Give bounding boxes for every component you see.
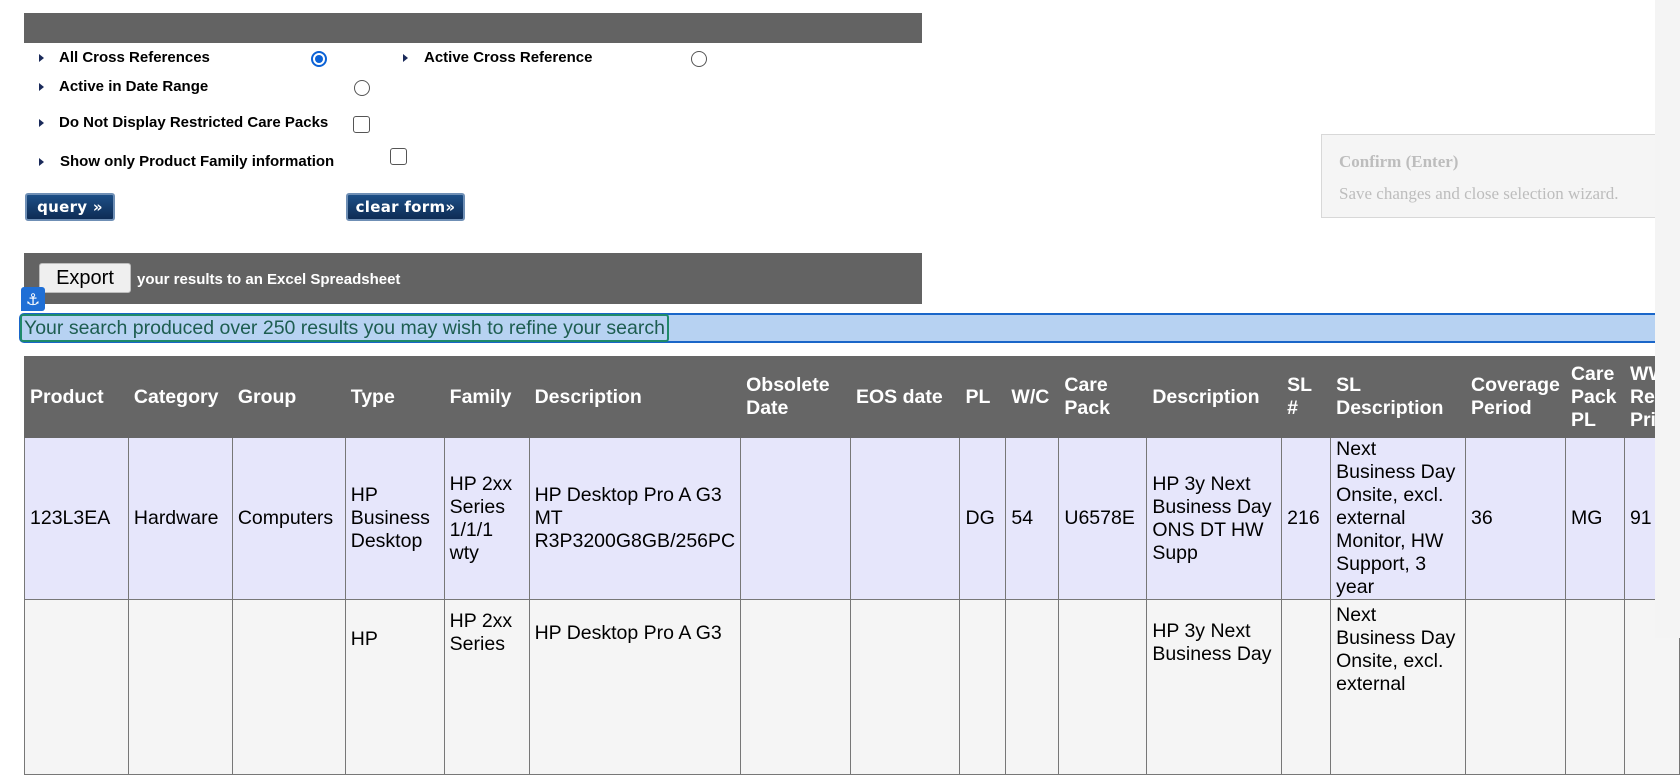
table-cell	[849, 437, 961, 600]
no-restricted-care-packs-checkbox[interactable]	[353, 116, 370, 133]
table-cell: HP 2xx Series 1/1/1 wty	[443, 437, 530, 600]
col-sl-number[interactable]: SL #	[1281, 356, 1332, 438]
table-cell: HP Desktop Pro A G3	[528, 599, 742, 775]
table-cell: HP Desktop Pro A G3 MT R3P3200G8GB/256PC	[528, 437, 742, 600]
col-obsolete-date[interactable]: Obsolete Date	[740, 356, 851, 438]
search-result-message: Your search produced over 250 results yo…	[20, 314, 669, 342]
col-product[interactable]: Product	[24, 356, 129, 438]
col-pl[interactable]: PL	[959, 356, 1007, 438]
table-row: HP HP 2xx Series HP Desktop Pro A G3 HP …	[24, 599, 1680, 775]
col-wc[interactable]: W/C	[1005, 356, 1060, 438]
active-cross-reference-label: Active Cross Reference	[424, 49, 593, 66]
table-cell	[1281, 599, 1332, 775]
col-care-pack[interactable]: Care Pack	[1058, 356, 1148, 438]
table-cell: HP 3y Next Business Day	[1146, 599, 1283, 775]
col-family[interactable]: Family	[443, 356, 530, 438]
tooltip-title: Confirm (Enter)	[1339, 152, 1459, 171]
scrollbar-track[interactable]	[1655, 0, 1680, 638]
table-cell	[740, 599, 851, 775]
table-cell: DG	[959, 437, 1007, 600]
table-header-row: Product Category Group Type Family Descr…	[24, 356, 1680, 438]
table-cell: HP 3y Next Business Day ONS DT HW Supp	[1146, 437, 1283, 600]
table-cell: HP Business Desktop	[344, 437, 445, 600]
table-cell: Hardware	[127, 437, 233, 600]
bullet-icon	[39, 83, 44, 91]
table-cell: 123L3EA	[24, 437, 129, 600]
table-cell	[231, 599, 346, 775]
table-cell	[959, 599, 1007, 775]
active-cross-reference-radio[interactable]	[691, 51, 707, 67]
bullet-icon	[403, 54, 408, 62]
col-care-pack-description[interactable]: Description	[1146, 356, 1283, 438]
col-care-pack-pl[interactable]: Care Pack PL	[1564, 356, 1625, 438]
col-category[interactable]: Category	[127, 356, 233, 438]
table-cell: 36	[1464, 437, 1566, 600]
anchor-icon[interactable]: ⚓	[21, 287, 45, 311]
export-button[interactable]: Export	[39, 263, 131, 293]
table-row: 123L3EA Hardware Computers HP Business D…	[24, 437, 1680, 600]
active-in-date-range-radio[interactable]	[354, 80, 370, 96]
table-cell: HP 2xx Series	[443, 599, 530, 775]
table-cell: Next Business Day Onsite, excl. external	[1330, 599, 1466, 775]
bullet-icon	[39, 119, 44, 127]
table-cell: U6578E	[1058, 437, 1148, 600]
table-cell: MG	[1564, 437, 1625, 600]
query-button[interactable]: query »	[25, 193, 115, 221]
results-table: Product Category Group Type Family Descr…	[24, 356, 1680, 775]
table-cell	[740, 437, 851, 600]
table-cell	[1005, 599, 1060, 775]
active-in-date-range-label: Active in Date Range	[59, 78, 209, 95]
table-cell: Next Business Day Onsite, excl. external…	[1330, 437, 1466, 600]
all-cross-references-radio[interactable]	[311, 51, 327, 67]
table-cell: 216	[1281, 437, 1332, 600]
col-coverage-period[interactable]: Coverage Period	[1464, 356, 1566, 438]
col-group[interactable]: Group	[231, 356, 346, 438]
col-sl-description[interactable]: SL Description	[1330, 356, 1466, 438]
table-cell	[1058, 599, 1148, 775]
col-type[interactable]: Type	[344, 356, 445, 438]
no-restricted-care-packs-label: Do Not Display Restricted Care Packs	[59, 114, 329, 131]
col-eos-date[interactable]: EOS date	[849, 356, 961, 438]
col-description[interactable]: Description	[528, 356, 742, 438]
table-cell	[1464, 599, 1566, 775]
table-cell: 54	[1005, 437, 1060, 600]
table-cell	[1564, 599, 1625, 775]
table-cell	[24, 599, 129, 775]
product-family-only-checkbox[interactable]	[390, 148, 407, 165]
clear-form-button[interactable]: clear form»	[346, 193, 465, 221]
tooltip-subtitle: Save changes and close selection wizard.	[1339, 184, 1619, 203]
product-family-only-label: Show only Product Family information	[60, 153, 335, 170]
export-description: your results to an Excel Spreadsheet	[137, 271, 401, 288]
bullet-icon	[39, 54, 44, 62]
all-cross-references-label: All Cross References	[59, 49, 210, 66]
table-cell: HP	[344, 599, 445, 775]
bullet-icon	[39, 158, 44, 166]
table-cell: Computers	[231, 437, 346, 600]
table-cell	[127, 599, 233, 775]
confirm-tooltip: Confirm (Enter) Save changes and close s…	[1321, 134, 1680, 218]
table-cell	[849, 599, 961, 775]
filter-header-bar	[24, 13, 922, 43]
